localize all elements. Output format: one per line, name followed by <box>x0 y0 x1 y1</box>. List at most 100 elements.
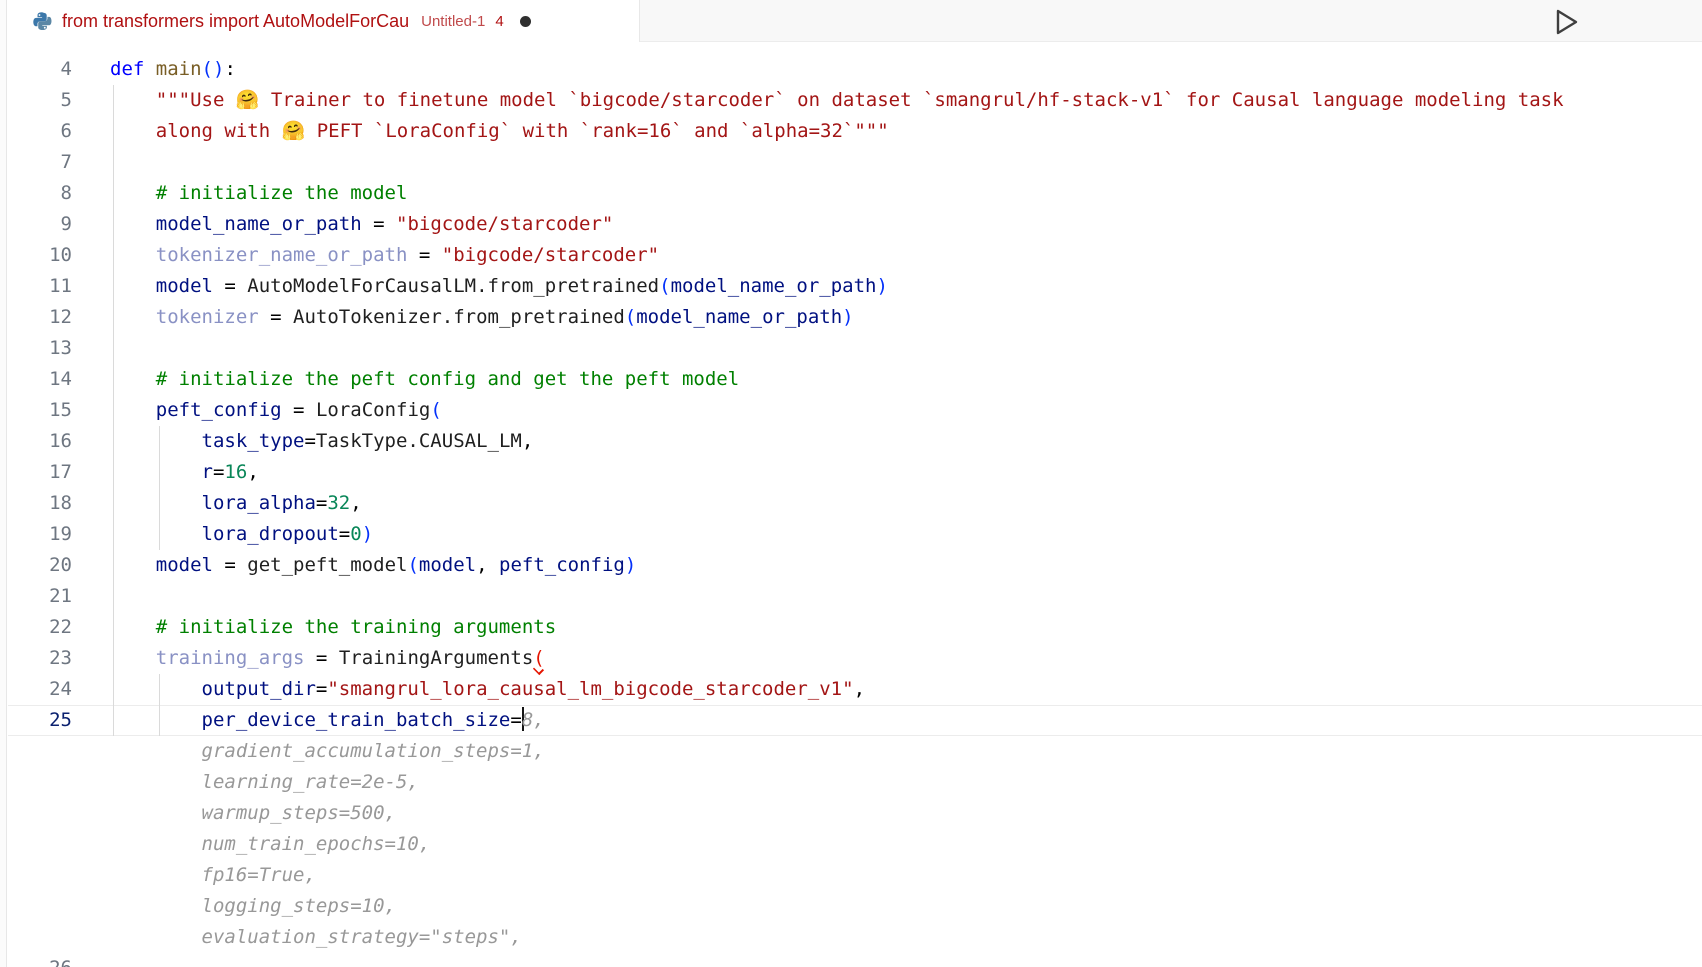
code-line[interactable]: 4 def main(): <box>8 54 1702 85</box>
line-number[interactable]: 20 <box>8 550 72 581</box>
line-number[interactable]: 7 <box>8 147 72 178</box>
code-text: warmup_steps=500, <box>110 798 396 829</box>
line-number[interactable]: 25 <box>8 705 72 736</box>
line-number[interactable]: 4 <box>8 54 72 85</box>
code-text: fp16=True, <box>110 860 316 891</box>
code-text: along with 🤗 PEFT `LoraConfig` with `ran… <box>110 116 889 147</box>
code-text: evaluation_strategy="steps", <box>110 922 522 953</box>
code-text: num_train_epochs=10, <box>110 829 430 860</box>
code-text: tokenizer_name_or_path = "bigcode/starco… <box>110 240 659 271</box>
code-line[interactable]: 24 output_dir="smangrul_lora_causal_lm_b… <box>8 674 1702 705</box>
line-number[interactable]: 11 <box>8 271 72 302</box>
code-text: def main(): <box>110 54 236 85</box>
code-editor[interactable]: 4def main():5 """Use 🤗 Trainer to finetu… <box>8 42 1702 967</box>
line-number[interactable]: 17 <box>8 457 72 488</box>
python-icon <box>32 11 52 31</box>
code-line[interactable]: 26 <box>8 953 1702 967</box>
code-line[interactable]: 6 along with 🤗 PEFT `LoraConfig` with `r… <box>8 116 1702 147</box>
code-text: gradient_accumulation_steps=1, <box>110 736 545 767</box>
code-line[interactable]: 11 model = AutoModelForCausalLM.from_pre… <box>8 271 1702 302</box>
modified-dot[interactable] <box>520 16 531 27</box>
line-number[interactable]: 13 <box>8 333 72 364</box>
line-number[interactable]: 26 <box>8 953 72 967</box>
line-number[interactable]: 15 <box>8 395 72 426</box>
code-text: # initialize the peft config and get the… <box>110 364 739 395</box>
line-number[interactable] <box>8 736 72 767</box>
editor-left-rail <box>0 0 7 967</box>
code-text: lora_alpha=32, <box>110 488 362 519</box>
run-button[interactable] <box>1548 6 1584 38</box>
ghost-line[interactable]: learning_rate=2e-5, <box>8 767 1702 798</box>
line-number[interactable] <box>8 798 72 829</box>
line-number[interactable]: 14 <box>8 364 72 395</box>
tab-error-badge: 4 <box>495 13 503 30</box>
code-text: training_args = TrainingArguments( <box>110 643 545 674</box>
code-line[interactable]: 25 per_device_train_batch_size=8, <box>8 705 1702 736</box>
code-text: per_device_train_batch_size=8, <box>110 705 545 736</box>
line-number[interactable]: 10 <box>8 240 72 271</box>
ghost-line[interactable]: logging_steps=10, <box>8 891 1702 922</box>
tab-bar: from transformers import AutoModelForCau… <box>8 0 1702 42</box>
code-line[interactable]: 10 tokenizer_name_or_path = "bigcode/sta… <box>8 240 1702 271</box>
line-number[interactable]: 9 <box>8 209 72 240</box>
code-text: model_name_or_path = "bigcode/starcoder" <box>110 209 613 240</box>
line-number[interactable]: 5 <box>8 85 72 116</box>
code-line[interactable]: 12 tokenizer = AutoTokenizer.from_pretra… <box>8 302 1702 333</box>
code-text: task_type=TaskType.CAUSAL_LM, <box>110 426 533 457</box>
code-line[interactable]: 8 # initialize the model <box>8 178 1702 209</box>
ghost-line[interactable]: evaluation_strategy="steps", <box>8 922 1702 953</box>
code-text: model = AutoModelForCausalLM.from_pretra… <box>110 271 888 302</box>
code-line[interactable]: 9 model_name_or_path = "bigcode/starcode… <box>8 209 1702 240</box>
code-line[interactable]: 18 lora_alpha=32, <box>8 488 1702 519</box>
line-number[interactable]: 12 <box>8 302 72 333</box>
line-number[interactable]: 18 <box>8 488 72 519</box>
line-number[interactable]: 24 <box>8 674 72 705</box>
code-text: output_dir="smangrul_lora_causal_lm_bigc… <box>110 674 865 705</box>
line-number[interactable]: 21 <box>8 581 72 612</box>
ghost-line[interactable]: num_train_epochs=10, <box>8 829 1702 860</box>
code-text: logging_steps=10, <box>110 891 396 922</box>
code-line[interactable]: 7 <box>8 147 1702 178</box>
code-line[interactable]: 20 model = get_peft_model(model, peft_co… <box>8 550 1702 581</box>
code-text: """Use 🤗 Trainer to finetune model `bigc… <box>110 85 1564 116</box>
code-text: tokenizer = AutoTokenizer.from_pretraine… <box>110 302 854 333</box>
line-number[interactable] <box>8 891 72 922</box>
line-number[interactable]: 19 <box>8 519 72 550</box>
line-number[interactable]: 6 <box>8 116 72 147</box>
code-line[interactable]: 15 peft_config = LoraConfig( <box>8 395 1702 426</box>
ghost-line[interactable]: warmup_steps=500, <box>8 798 1702 829</box>
code-text <box>110 147 156 178</box>
line-number[interactable] <box>8 922 72 953</box>
line-number[interactable]: 23 <box>8 643 72 674</box>
tab-untitled-1[interactable]: from transformers import AutoModelForCau… <box>8 0 640 42</box>
line-number[interactable] <box>8 767 72 798</box>
line-number[interactable]: 8 <box>8 178 72 209</box>
code-line[interactable]: 13 <box>8 333 1702 364</box>
tab-title: from transformers import AutoModelForCau <box>62 11 409 32</box>
code-line[interactable]: 5 """Use 🤗 Trainer to finetune model `bi… <box>8 85 1702 116</box>
code-text: # initialize the model <box>110 178 407 209</box>
code-text: model = get_peft_model(model, peft_confi… <box>110 550 636 581</box>
code-line[interactable]: 22 # initialize the training arguments <box>8 612 1702 643</box>
code-text: lora_dropout=0) <box>110 519 373 550</box>
code-text <box>110 333 156 364</box>
code-line[interactable]: 14 # initialize the peft config and get … <box>8 364 1702 395</box>
line-number[interactable] <box>8 860 72 891</box>
code-line[interactable]: 23 training_args = TrainingArguments( <box>8 643 1702 674</box>
line-number[interactable]: 16 <box>8 426 72 457</box>
play-icon <box>1551 7 1581 37</box>
ghost-line[interactable]: fp16=True, <box>8 860 1702 891</box>
code-line[interactable]: 16 task_type=TaskType.CAUSAL_LM, <box>8 426 1702 457</box>
line-number[interactable] <box>8 829 72 860</box>
code-text: # initialize the training arguments <box>110 612 556 643</box>
tab-description: Untitled-1 <box>421 13 485 30</box>
code-line[interactable]: 17 r=16, <box>8 457 1702 488</box>
line-number[interactable]: 22 <box>8 612 72 643</box>
code-text: r=16, <box>110 457 259 488</box>
ghost-line[interactable]: gradient_accumulation_steps=1, <box>8 736 1702 767</box>
code-text <box>110 581 156 612</box>
code-text: learning_rate=2e-5, <box>110 767 419 798</box>
code-text: peft_config = LoraConfig( <box>110 395 442 426</box>
code-line[interactable]: 21 <box>8 581 1702 612</box>
code-line[interactable]: 19 lora_dropout=0) <box>8 519 1702 550</box>
